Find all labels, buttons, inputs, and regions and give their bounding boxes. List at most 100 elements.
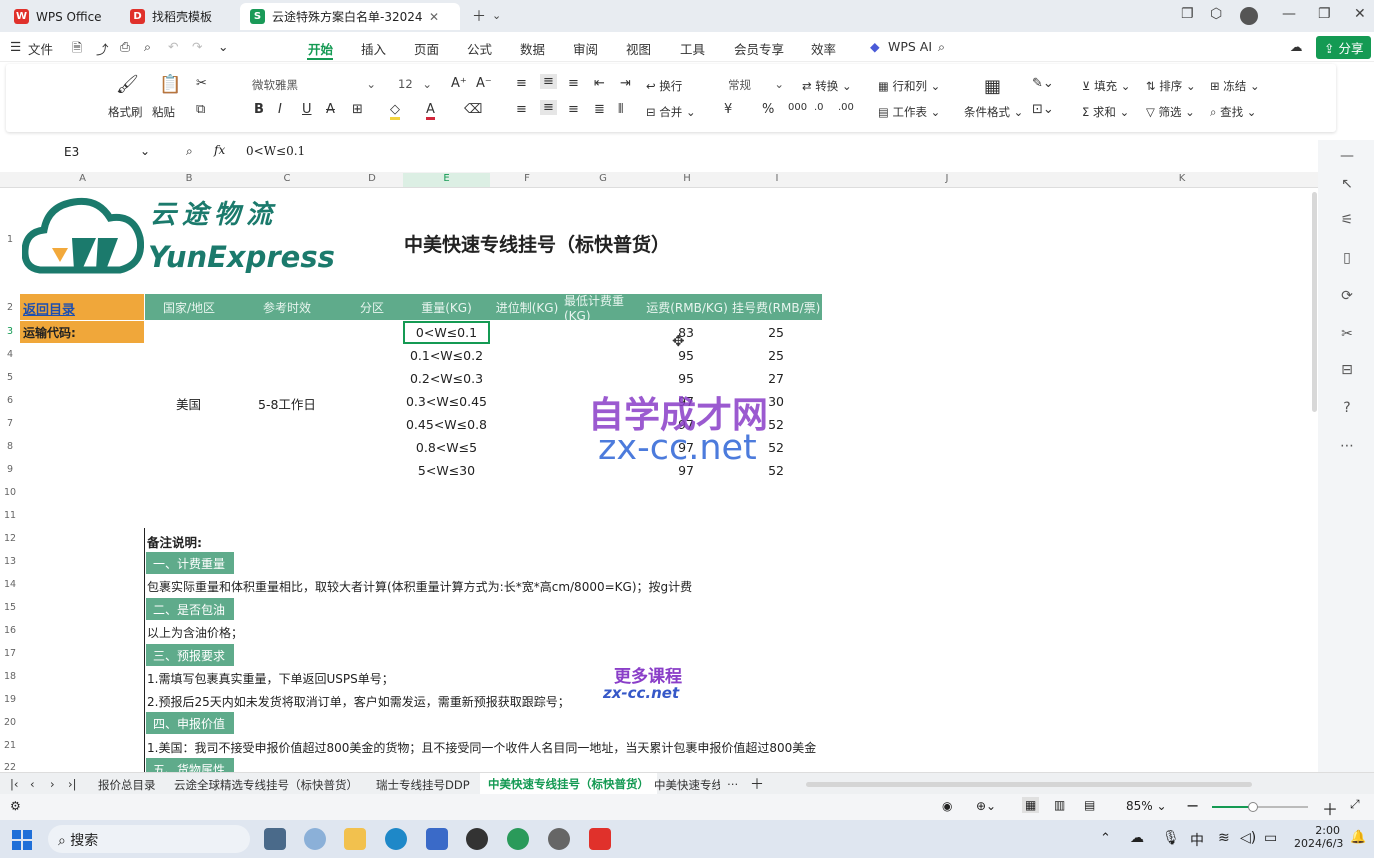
cell-style-icon[interactable]: ✎⌄ (1032, 76, 1054, 91)
formula-input[interactable]: 0<W≤0.1 (246, 144, 305, 158)
more-sheets-icon[interactable]: ⋯ (727, 777, 739, 791)
rows-cols-button[interactable]: ▦ 行和列 ⌄ (878, 78, 940, 94)
first-sheet-icon[interactable]: |‹ (10, 777, 18, 791)
country-cell[interactable]: 美国 (176, 394, 201, 413)
reg-fee-cell[interactable]: 25 (732, 348, 784, 363)
zoom-out-icon[interactable]: − (1186, 796, 1199, 815)
cell-mode-icon[interactable]: ⊕⌄ (976, 799, 996, 813)
border-icon[interactable]: ⊞ (352, 102, 363, 117)
document-icon[interactable]: ▯ (1338, 250, 1356, 268)
last-sheet-icon[interactable]: ›| (68, 777, 76, 791)
share-button[interactable]: ⇪ 分享 (1316, 36, 1372, 59)
note-line[interactable]: 1.需填写包裹真实重量，下单返回USPS单号； (147, 670, 394, 687)
align-center-icon[interactable]: ≡ (540, 100, 557, 115)
row-header[interactable]: 15 (0, 602, 20, 613)
format-painter-button[interactable]: 格式刷 (108, 104, 143, 120)
notification-bell-icon[interactable]: 🔔 (1350, 830, 1366, 845)
row-header[interactable]: 22 (0, 762, 20, 772)
row-header[interactable]: 13 (0, 556, 20, 567)
thousands-icon[interactable]: 000 (788, 102, 807, 113)
row-header[interactable]: 21 (0, 740, 20, 751)
onedrive-icon[interactable]: ☁ (1130, 830, 1144, 846)
note-line[interactable]: 以上为含油价格； (147, 624, 243, 641)
chevron-down-icon[interactable]: ⌄ (492, 9, 501, 22)
row-header[interactable]: 9 (0, 464, 20, 475)
zoom-slider[interactable] (1212, 802, 1308, 812)
font-grow-icon[interactable]: A⁺ (451, 76, 467, 91)
select-cursor-icon[interactable]: ↖ (1338, 176, 1356, 194)
align-right-icon[interactable]: ≡ (568, 102, 579, 117)
freight-cell[interactable]: 83 (642, 325, 694, 340)
col-header[interactable]: K (1072, 173, 1292, 184)
zoom-level[interactable]: 85% ⌄ (1126, 799, 1167, 813)
weight-cell[interactable]: 0.45<W≤0.8 (403, 417, 490, 432)
horizontal-scrollbar[interactable] (806, 782, 1252, 787)
row-header[interactable]: 17 (0, 648, 20, 659)
row-header[interactable]: 14 (0, 579, 20, 590)
taskbar-search[interactable]: ⌕ 搜索 (48, 825, 250, 853)
col-header[interactable]: H (642, 173, 732, 184)
underline-icon[interactable]: U (302, 102, 312, 117)
tray-expand-icon[interactable]: ⌃ (1100, 831, 1111, 846)
chevron-down-icon[interactable]: ⌄ (218, 39, 228, 54)
wps-taskbar-icon[interactable] (589, 828, 611, 850)
back-to-index-link[interactable]: 返回目录 (20, 294, 144, 320)
print-icon[interactable]: ⎙ (120, 39, 130, 55)
paste-icon[interactable]: 📋 (159, 74, 181, 95)
mic-icon[interactable]: 🎙 (1162, 830, 1180, 846)
undo-icon[interactable]: ↶ (168, 39, 178, 54)
row-header[interactable]: 12 (0, 533, 20, 544)
file-explorer-icon[interactable] (344, 828, 366, 850)
copy-icon[interactable]: ⧉ (196, 102, 205, 117)
share-link-icon[interactable]: ⤴ (96, 39, 109, 58)
timeliness-cell[interactable]: 5-8工作日 (258, 394, 316, 413)
fullscreen-icon[interactable]: ⤢ (1350, 797, 1360, 812)
menu-page[interactable]: 页面 (414, 39, 439, 58)
weight-cell[interactable]: 0.1<W≤0.2 (403, 348, 490, 363)
window-layout-icon[interactable]: ❐ (1181, 6, 1194, 22)
col-header[interactable]: I (732, 173, 822, 184)
chatgpt-icon[interactable] (548, 828, 570, 850)
cell-border-icon[interactable]: ⊡⌄ (1032, 102, 1054, 117)
worksheet-grid[interactable]: A B C D E F G H I J K 1 2 3 4 5 6 7 8 9 … (0, 172, 1318, 772)
menu-file[interactable]: 文件 (28, 39, 53, 58)
ai-panel-icon[interactable]: ⟳ (1338, 288, 1356, 306)
save-icon[interactable]: 🗎 (72, 39, 82, 60)
worksheet-button[interactable]: ▤ 工作表 ⌄ (878, 104, 940, 120)
font-size-select[interactable]: 12 ⌄ (392, 75, 438, 93)
book-icon[interactable]: ⊟ (1338, 362, 1356, 380)
decimal-increase-icon[interactable]: .0 (814, 102, 824, 113)
strike-icon[interactable]: A (326, 102, 335, 117)
col-header[interactable]: D (341, 173, 403, 184)
menu-review[interactable]: 审阅 (573, 39, 598, 58)
weight-cell[interactable]: 5<W≤30 (403, 463, 490, 478)
row-header[interactable]: 4 (0, 349, 20, 360)
task-view-icon[interactable] (264, 828, 286, 850)
wifi-icon[interactable]: ≋ (1218, 830, 1230, 846)
fx-icon[interactable]: fx (214, 143, 225, 157)
ime-indicator[interactable]: 中 (1190, 830, 1204, 850)
print-preview-icon[interactable]: ⌕ (144, 39, 151, 55)
decimal-decrease-icon[interactable]: .00 (838, 102, 854, 113)
hamburger-icon[interactable]: ☰ (10, 39, 21, 54)
row-header[interactable]: 8 (0, 441, 20, 452)
font-family-select[interactable]: 微软雅黑 ⌄ (246, 75, 382, 95)
sheet-tab[interactable]: 瑞士专线挂号DDP (376, 777, 470, 793)
eraser-icon[interactable]: ⌫ (464, 102, 482, 117)
menu-insert[interactable]: 插入 (361, 39, 386, 58)
row-header[interactable]: 18 (0, 671, 20, 682)
menu-tools[interactable]: 工具 (680, 39, 705, 58)
indent-decrease-icon[interactable]: ⇤ (594, 76, 605, 91)
row-header[interactable]: 7 (0, 418, 20, 429)
italic-icon[interactable]: I (278, 102, 282, 117)
number-format-select[interactable]: 常规 ⌄ (722, 75, 790, 95)
avatar[interactable] (1240, 7, 1258, 25)
windows-start-icon[interactable] (12, 830, 32, 850)
conditional-format-button[interactable]: 条件格式 ⌄ (964, 104, 1023, 120)
tab-spreadsheet[interactable]: S 云途特殊方案白名单-32024- ✕ (240, 3, 460, 30)
col-header-selected[interactable]: E (403, 173, 490, 187)
add-sheet-icon[interactable]: ＋ (750, 774, 764, 794)
new-tab-icon[interactable]: ＋ (472, 6, 486, 26)
row-header[interactable]: 20 (0, 717, 20, 728)
note-line[interactable]: 1.美国：我司不接受申报价值超过800美金的货物；且不接受同一个收件人名目同一地… (147, 739, 816, 756)
